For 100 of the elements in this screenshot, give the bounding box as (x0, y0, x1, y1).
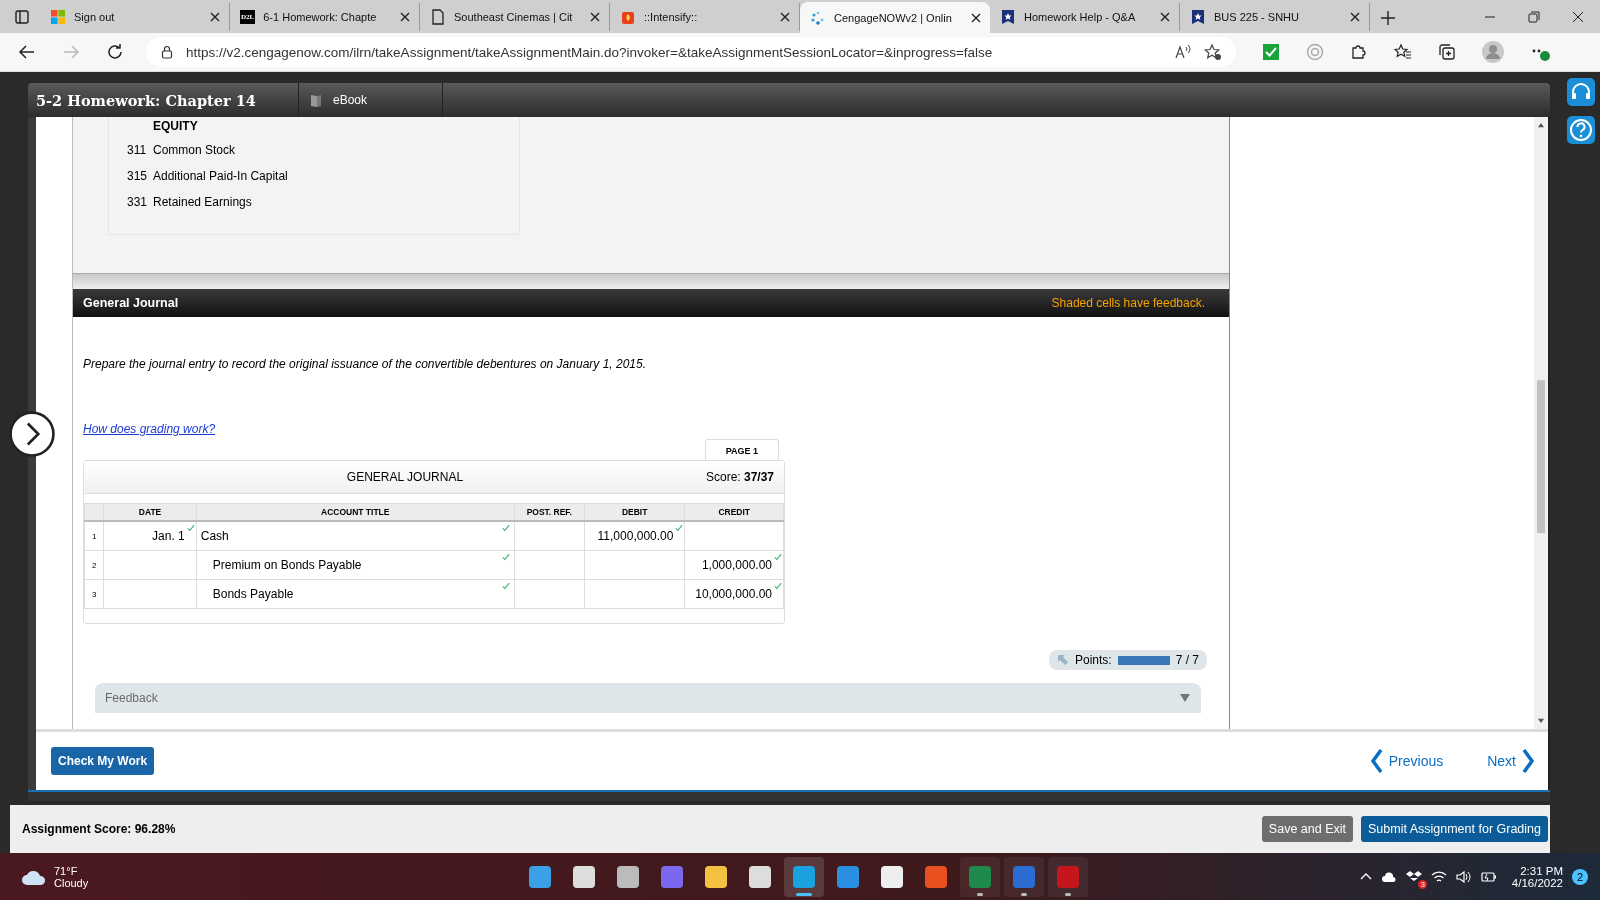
browser-taskbar-icon[interactable] (784, 856, 824, 897)
checkbox-extension-icon[interactable] (1262, 43, 1280, 61)
avatar-icon[interactable] (1482, 41, 1504, 63)
tray-badge: 3 (1418, 879, 1427, 889)
star-shield-icon (1190, 9, 1206, 25)
row-number: 1 (84, 521, 104, 551)
browser-tab[interactable]: Southeast Cinemas | Cit (420, 3, 610, 31)
journal-cell[interactable] (584, 579, 685, 609)
close-icon[interactable] (779, 11, 791, 23)
expand-panel-icon[interactable] (9, 411, 55, 457)
journal-cell[interactable] (514, 521, 585, 551)
account-name: Common Stock (153, 143, 236, 157)
journal-cell[interactable]: Jan. 1 (103, 521, 197, 551)
sheet-taskbar-icon[interactable] (960, 856, 1000, 897)
account-name: Retained Earnings (153, 195, 252, 209)
weather-condition: Cloudy (54, 876, 89, 889)
feedback-note: Shaded cells have feedback. (1051, 296, 1205, 310)
flame-icon (620, 9, 636, 25)
star-shield-icon (1000, 9, 1016, 25)
account-number: 311 (127, 143, 146, 157)
journal-cell[interactable]: Bonds Payable (196, 579, 515, 609)
close-icon[interactable] (589, 11, 601, 23)
journal-cell[interactable]: 10,000,000.00 (684, 579, 784, 609)
browser-tab[interactable]: Sign out (40, 3, 230, 31)
column-header: DEBIT (584, 503, 685, 521)
close-icon[interactable] (1159, 11, 1171, 23)
journal-cell[interactable]: Premium on Bonds Payable (196, 550, 515, 580)
clock[interactable]: 2:31 PM 4/16/2022 (1511, 864, 1563, 889)
journal-cell[interactable]: 11,000,000.00 (584, 521, 685, 551)
restore-icon[interactable] (1528, 11, 1540, 23)
account-number: 315 (127, 169, 146, 183)
feedback-label: Feedback (105, 691, 158, 705)
close-icon[interactable] (1349, 11, 1361, 23)
journal-cell[interactable]: Cash (196, 521, 515, 551)
journal-score: Score: 37/37 (705, 470, 775, 484)
account-number: 331 (127, 195, 146, 209)
reload-icon[interactable] (106, 43, 124, 61)
next-link[interactable]: Next (1487, 749, 1534, 773)
browser-tab[interactable]: BUS 225 - SNHU (1180, 3, 1370, 31)
lock-icon (160, 45, 174, 59)
chevron-left-icon (1370, 749, 1383, 773)
save-exit-button[interactable]: Save and Exit (1261, 816, 1353, 842)
dots-icon (810, 9, 826, 26)
back-icon[interactable] (18, 43, 36, 61)
browser-tab[interactable]: CengageNOWv2 | Onlin (800, 2, 990, 33)
browser-tab[interactable]: Homework Help - Q&A (990, 3, 1180, 31)
column-header: ACCOUNT TITLE (196, 503, 515, 521)
speaker-icon[interactable] (1455, 868, 1472, 885)
points-reading: 7 / 7 (1175, 653, 1199, 667)
check-my-work-button[interactable]: Check My Work (51, 747, 155, 775)
extensions-icon[interactable] (1350, 43, 1368, 61)
pdf-taskbar-icon[interactable] (1048, 856, 1088, 897)
grading-help-link[interactable]: How does grading work? (83, 422, 216, 436)
journal-cell[interactable] (514, 579, 585, 609)
close-icon[interactable] (1572, 11, 1584, 23)
tab-actions-icon[interactable] (14, 9, 30, 25)
favorites-icon[interactable] (1394, 43, 1412, 61)
journal-cell[interactable] (514, 550, 585, 580)
chevron-right-icon (1522, 749, 1534, 773)
journal-cell[interactable] (584, 550, 685, 580)
forward-icon (62, 43, 80, 61)
collections-icon[interactable] (1438, 43, 1456, 61)
date: 4/16/2022 (1511, 876, 1563, 889)
instruction-text: Prepare the journal entry to record the original issuance of the convertible debentures on January 1, 2015. (83, 357, 647, 371)
assignment-score: Assignment Score: 96.28% (22, 822, 176, 836)
column-header: CREDIT (684, 503, 784, 521)
journal-cell[interactable] (684, 521, 784, 551)
journal-cell[interactable]: 1,000,000.00 (684, 550, 784, 580)
read-aloud-icon[interactable] (1174, 43, 1192, 61)
category-heading: EQUITY (153, 119, 199, 133)
points-label: Points: (1074, 653, 1112, 667)
column-header: POST. REF. (514, 503, 585, 521)
help-icon[interactable] (1567, 116, 1595, 144)
time: 2:31 PM (1520, 864, 1563, 877)
close-icon[interactable] (399, 11, 411, 23)
close-icon[interactable] (209, 11, 221, 23)
page-tab[interactable]: PAGE 1 (704, 439, 779, 460)
previous-link[interactable]: Previous (1370, 749, 1444, 773)
row-number: 2 (84, 550, 104, 580)
section-title: General Journal (83, 296, 179, 310)
journal-title: GENERAL JOURNAL (345, 470, 465, 484)
add-favorite-icon[interactable] (1204, 43, 1222, 61)
column-header: DATE (103, 503, 197, 521)
journal-cell[interactable] (103, 550, 197, 580)
feedback-panel[interactable]: Feedback (95, 683, 1201, 713)
close-icon[interactable] (970, 11, 982, 24)
page-icon (430, 9, 446, 25)
address-bar[interactable]: https://v2.cengagenow.com/ilrn/takeAssignment/takeAssignmentMain.do?invoker=&takeAssignmentSessionLocator=&inprogress=false (146, 37, 1236, 67)
new-tab-icon[interactable] (1380, 10, 1396, 26)
temperature: 71°F (54, 864, 79, 877)
squares-icon (50, 9, 66, 25)
row-number: 3 (84, 579, 104, 609)
doc-taskbar-icon[interactable] (1004, 856, 1044, 897)
notification-badge[interactable]: 2 (1572, 868, 1588, 885)
scrollbar-drawing[interactable] (1534, 117, 1548, 729)
headset-icon[interactable] (1567, 78, 1595, 106)
account-name: Additional Paid-In Capital (153, 169, 288, 183)
submit-button[interactable]: Submit Assignment for Grading (1361, 816, 1548, 842)
book-icon (309, 93, 323, 107)
journal-cell[interactable] (103, 579, 197, 609)
